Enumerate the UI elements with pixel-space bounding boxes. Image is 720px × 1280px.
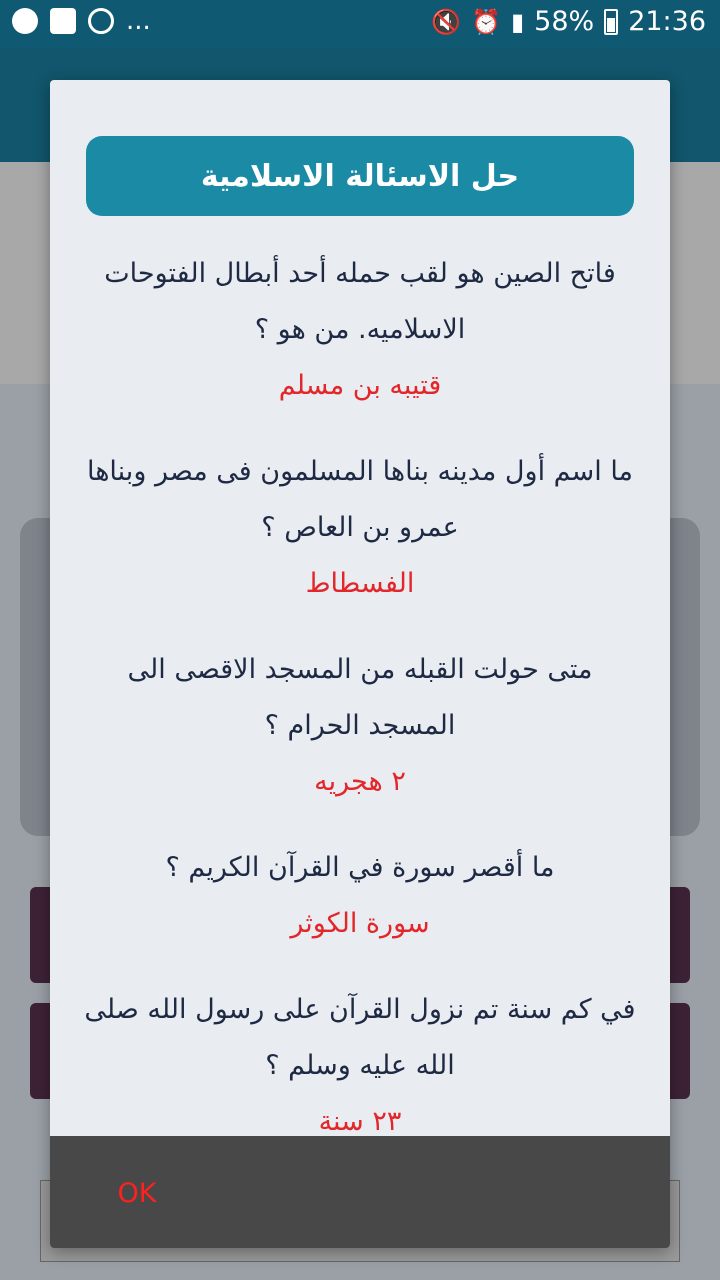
question-text: فاتح الصين هو لقب حمله أحد أبطال الفتوحا… — [104, 258, 616, 345]
signal-icon: ▮ — [510, 7, 525, 36]
planet-icon — [88, 8, 114, 34]
dialog-title: حل الاسئالة الاسلامية — [86, 136, 634, 216]
question-text: ما اسم أول مدينه بناها المسلمون فى مصر و… — [86, 456, 634, 543]
ok-button[interactable]: OK — [102, 1170, 172, 1216]
question-text: ما أقصر سورة في القرآن الكريم ؟ — [165, 852, 555, 883]
qa-list: فاتح الصين هو لقب حمله أحد أبطال الفتوحا… — [80, 246, 640, 1180]
dialog-footer: OK — [50, 1136, 670, 1248]
answer-text: الفسطاط — [305, 568, 415, 599]
answer-text: ٢ هجريه — [314, 766, 406, 797]
battery-icon — [604, 8, 619, 35]
notification-icons: ... — [12, 8, 151, 34]
system-icons: 🔇 ⏰ ▮ 58% 21:36 — [431, 6, 706, 37]
answer-text: قتيبه بن مسلم — [278, 370, 442, 401]
qa-item: متى حولت القبله من المسجد الاقصى الى الم… — [80, 642, 640, 810]
status-bar: ... 🔇 ⏰ ▮ 58% 21:36 — [0, 0, 720, 48]
qa-item: ما اسم أول مدينه بناها المسلمون فى مصر و… — [80, 444, 640, 612]
answers-dialog: حل الاسئالة الاسلامية فاتح الصين هو لقب … — [50, 80, 670, 1248]
clock: 21:36 — [628, 6, 706, 37]
question-text: متى حولت القبله من المسجد الاقصى الى الم… — [127, 654, 593, 741]
battery-percent: 58% — [534, 6, 595, 37]
question-text: في كم سنة تم نزول القرآن على رسول الله ص… — [84, 994, 636, 1081]
qa-item: فاتح الصين هو لقب حمله أحد أبطال الفتوحا… — [80, 246, 640, 414]
answer-text: سورة الكوثر — [290, 908, 430, 939]
messenger-icon — [12, 8, 38, 34]
qa-item: في كم سنة تم نزول القرآن على رسول الله ص… — [80, 982, 640, 1150]
mute-icon: 🔇 — [431, 7, 462, 36]
facebook-icon — [50, 8, 76, 34]
more-notifications: ... — [126, 6, 151, 36]
qa-item: ما أقصر سورة في القرآن الكريم ؟ سورة الك… — [80, 840, 640, 952]
alarm-icon: ⏰ — [471, 7, 501, 36]
